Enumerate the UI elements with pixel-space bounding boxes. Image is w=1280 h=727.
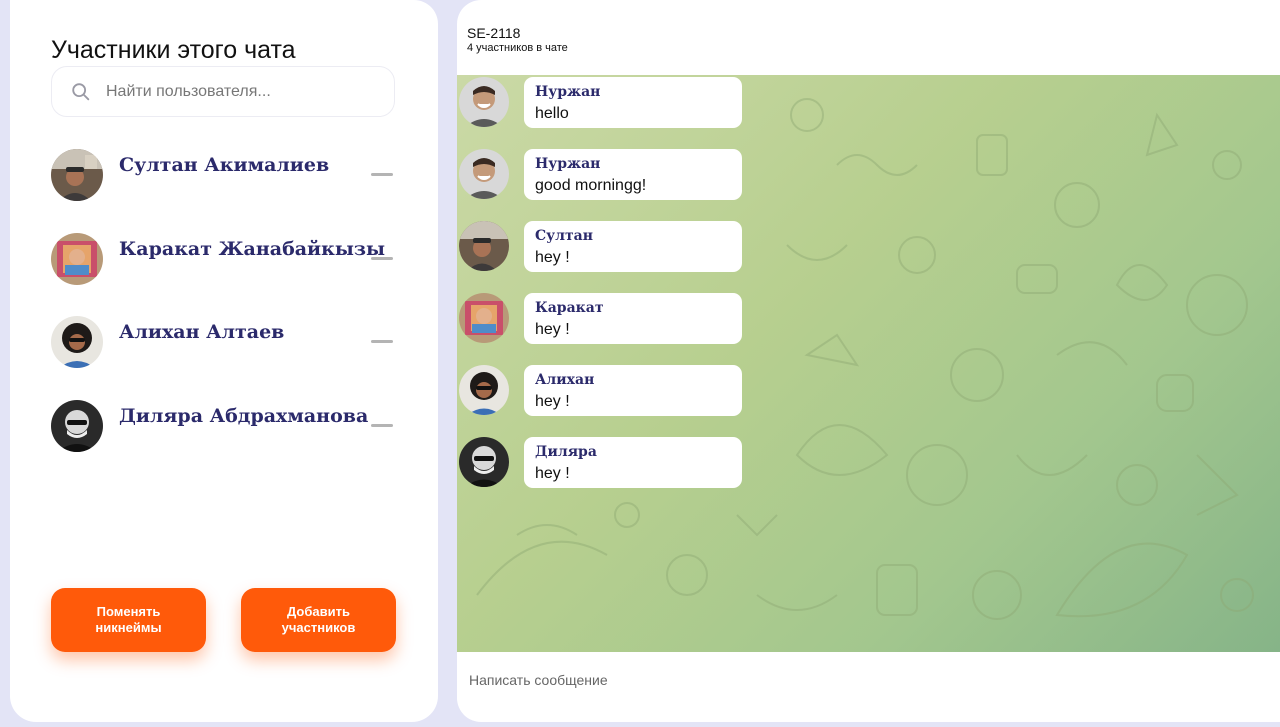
message-area: Нуржан hello Нуржан good morningg! Султа… <box>457 75 1280 652</box>
message-bubble: Диляра hey ! <box>524 437 742 488</box>
message: Алихан hey ! <box>457 363 757 417</box>
remove-member-button[interactable] <box>371 173 393 176</box>
member-item[interactable]: Алихан Алтаев <box>51 313 411 397</box>
message-sender: Диляра <box>535 444 597 460</box>
member-name: Диляра Абдрахманова <box>119 404 369 427</box>
members-panel: Участники этого чата Султан Акималиев <box>10 0 438 722</box>
message: Нуржан good morningg! <box>457 147 757 201</box>
message: Султан hey ! <box>457 219 757 273</box>
chat-title: SE-2118 <box>467 25 521 41</box>
message-text: hey ! <box>535 465 570 482</box>
chat-member-count: 4 участников в чате <box>467 42 568 54</box>
panel-title: Участники этого чата <box>51 36 296 64</box>
search-icon <box>72 82 90 100</box>
remove-member-button[interactable] <box>371 423 393 427</box>
avatar <box>459 77 509 127</box>
message-text: good morningg! <box>535 177 647 194</box>
member-item[interactable]: Диляра Абдрахманова <box>51 397 411 481</box>
avatar <box>459 365 509 415</box>
message-sender: Каракат <box>535 300 604 316</box>
message-sender: Нуржан <box>535 156 601 172</box>
message-text: hey ! <box>535 321 570 338</box>
message-bubble: Нуржан hello <box>524 77 742 128</box>
member-name: Каракат Жанабайкызы <box>119 237 386 260</box>
avatar <box>51 399 103 452</box>
avatar <box>459 293 509 343</box>
avatar <box>51 316 103 368</box>
message-input[interactable] <box>467 668 1251 692</box>
rename-nicknames-button[interactable]: Поменять никнеймы <box>51 588 206 652</box>
message-bubble: Нуржан good morningg! <box>524 149 742 200</box>
message-bubble: Каракат hey ! <box>524 293 742 344</box>
message-text: hey ! <box>535 393 570 410</box>
message: Каракат hey ! <box>457 291 757 345</box>
avatar <box>51 149 103 201</box>
message-text: hey ! <box>535 249 570 266</box>
search-box[interactable] <box>51 66 395 117</box>
add-members-button[interactable]: Добавить участников <box>241 588 396 652</box>
remove-member-button[interactable] <box>371 256 393 260</box>
avatar <box>459 221 509 271</box>
message-sender: Султан <box>535 228 593 244</box>
avatar <box>51 232 103 285</box>
member-list: Султан Акималиев Каракат Жанабайкызы Али… <box>51 146 411 480</box>
member-name: Султан Акималиев <box>119 154 330 176</box>
message: Диляра hey ! <box>457 435 757 489</box>
remove-member-button[interactable] <box>371 340 393 343</box>
member-item[interactable]: Каракат Жанабайкызы <box>51 230 411 314</box>
message-sender: Нуржан <box>535 84 601 100</box>
search-input[interactable] <box>104 81 378 102</box>
message-bubble: Алихан hey ! <box>524 365 742 416</box>
avatar <box>459 437 509 487</box>
avatar <box>459 149 509 199</box>
message-bubble: Султан hey ! <box>524 221 742 272</box>
message-text: hello <box>535 105 569 122</box>
member-name: Алихан Алтаев <box>119 321 285 343</box>
chat-panel: SE-2118 4 участников в чате Нуржан hello… <box>457 0 1280 722</box>
message: Нуржан hello <box>457 75 757 129</box>
message-sender: Алихан <box>535 372 595 388</box>
member-item[interactable]: Султан Акималиев <box>51 146 411 230</box>
